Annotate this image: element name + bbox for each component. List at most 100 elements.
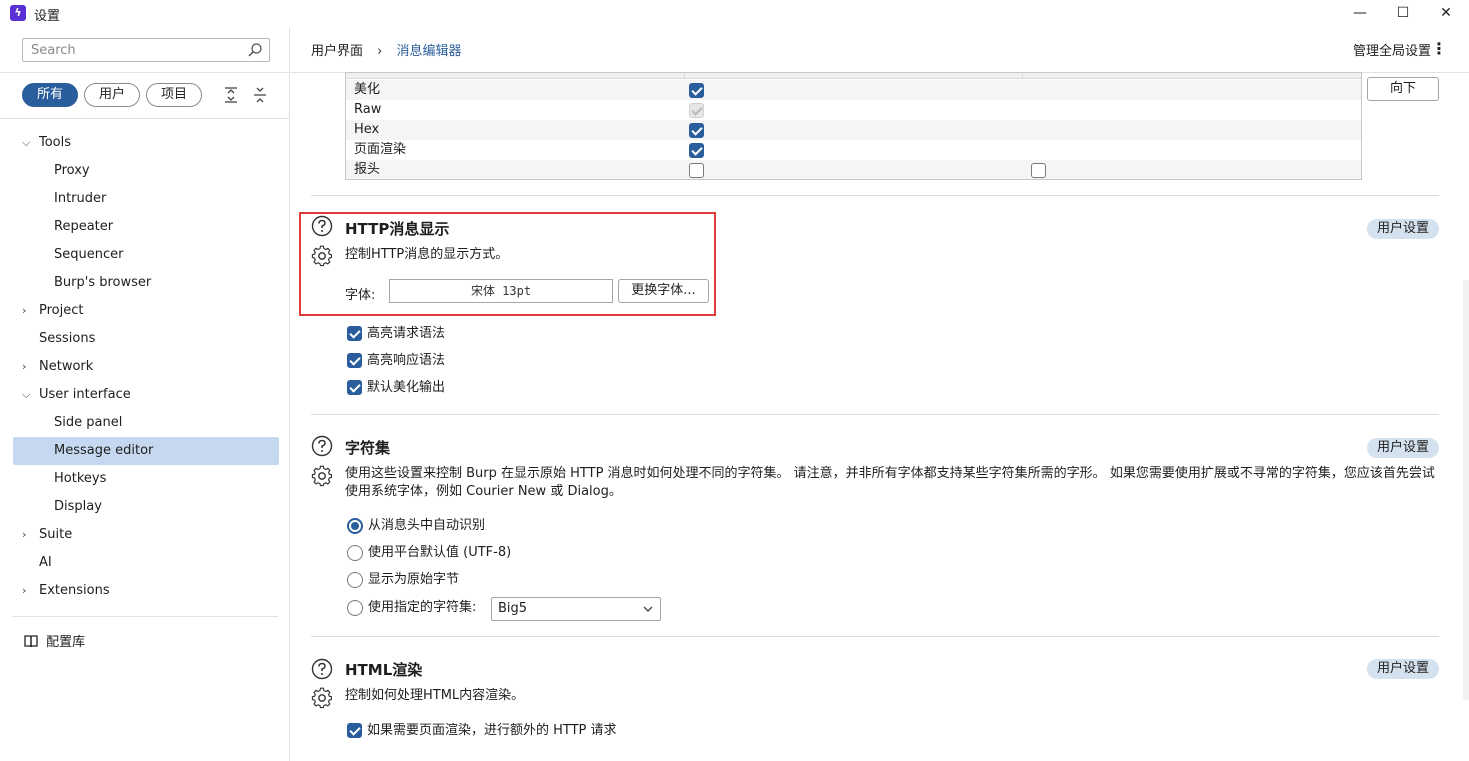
sidebar-item-hotkeys[interactable]: Hotkeys	[0, 465, 290, 493]
sidebar-item-network[interactable]: › Network	[0, 353, 290, 381]
table-row[interactable]: 报头	[346, 160, 1361, 179]
sidebar-item-extensions[interactable]: › Extensions	[0, 577, 290, 605]
chevron-down-icon[interactable]: ⌵	[22, 129, 34, 157]
table-row[interactable]: Hex	[346, 120, 1361, 140]
title-bar: ϟ 设置 — ☐ ✕	[0, 0, 1469, 28]
sidebar-item-user-interface[interactable]: ⌵ User interface	[0, 381, 290, 409]
section-divider	[311, 414, 1439, 415]
sidebar-item-ai[interactable]: AI	[0, 549, 290, 577]
search-box[interactable]	[22, 38, 270, 62]
sidebar-item-display[interactable]: Display	[0, 493, 290, 521]
user-settings-badge: 用户设置	[1367, 659, 1439, 679]
http-display-description: 控制HTTP消息的显示方式。	[345, 247, 509, 262]
raw-bytes-radio[interactable]	[347, 572, 363, 588]
sidebar: 所有 用户 项目 ⌵ Tools Proxy Intruder Repeater…	[0, 28, 290, 761]
chevron-right-icon: ›	[377, 44, 383, 59]
config-library-link[interactable]: 配置库	[24, 631, 85, 650]
breadcrumb: 用户界面 › 消息编辑器	[311, 40, 462, 59]
breadcrumb-message-editor: 消息编辑器	[396, 44, 462, 59]
pretty-print-checkbox[interactable]	[347, 380, 362, 395]
chevron-right-icon[interactable]: ›	[22, 297, 34, 325]
chevron-right-icon[interactable]: ›	[22, 521, 34, 549]
chevron-down-icon[interactable]: ⌵	[22, 381, 34, 409]
help-icon[interactable]	[311, 215, 333, 237]
charset-select-value: Big5	[498, 601, 528, 616]
gear-icon[interactable]	[311, 245, 333, 267]
sidebar-item-project[interactable]: › Project	[0, 297, 290, 325]
sidebar-item-sessions[interactable]: Sessions	[0, 325, 290, 353]
gear-icon[interactable]	[311, 687, 333, 709]
font-label: 字体:	[345, 288, 376, 303]
table-row[interactable]: Raw	[346, 100, 1361, 120]
filter-user-button[interactable]: 用户	[84, 83, 140, 107]
http-display-title: HTTP消息显示	[345, 220, 450, 238]
table-checkbox[interactable]	[689, 163, 704, 178]
table-checkbox[interactable]	[689, 83, 704, 98]
chevron-right-icon[interactable]: ›	[22, 577, 34, 605]
html-render-title: HTML渲染	[345, 661, 423, 679]
gear-icon[interactable]	[311, 465, 333, 487]
font-field: 宋体 13pt	[389, 279, 613, 303]
chevron-right-icon[interactable]: ›	[22, 353, 34, 381]
maximize-button[interactable]: ☐	[1380, 2, 1426, 26]
charset-description-line2: 使用系统字体，例如 Courier New 或 Dialog。	[345, 484, 622, 499]
sidebar-item-burps-browser[interactable]: Burp's browser	[0, 269, 290, 297]
sidebar-divider	[0, 72, 290, 73]
more-options-icon[interactable]: ⋮	[1431, 39, 1447, 58]
table-checkbox[interactable]	[689, 123, 704, 138]
platform-default-radio[interactable]	[347, 545, 363, 561]
html-render-description: 控制如何处理HTML内容渲染。	[345, 688, 525, 703]
sidebar-item-proxy[interactable]: Proxy	[0, 157, 290, 185]
filter-all-button[interactable]: 所有	[22, 83, 78, 107]
table-checkbox[interactable]	[1031, 163, 1046, 178]
sidebar-item-message-editor[interactable]: Message editor	[13, 437, 279, 465]
table-header	[346, 73, 1361, 79]
breadcrumb-user-interface[interactable]: 用户界面	[311, 44, 363, 59]
config-library-label: 配置库	[46, 635, 86, 650]
highlight-request-checkbox[interactable]	[347, 326, 362, 341]
sidebar-item-suite[interactable]: › Suite	[0, 521, 290, 549]
auto-detect-radio[interactable]	[347, 518, 363, 534]
filter-project-button[interactable]: 项目	[146, 83, 202, 107]
help-icon[interactable]	[311, 658, 333, 680]
move-down-button[interactable]: 向下	[1367, 77, 1439, 101]
close-button[interactable]: ✕	[1423, 2, 1469, 26]
table-checkbox	[689, 103, 704, 118]
sidebar-item-tools[interactable]: ⌵ Tools	[0, 129, 290, 157]
user-settings-badge: 用户设置	[1367, 219, 1439, 239]
sidebar-divider	[12, 616, 278, 617]
help-icon[interactable]	[311, 435, 333, 457]
main-panel: 用户界面 › 消息编辑器 管理全局设置 ⋮ 美化 Raw Hex 页面渲染 报头	[291, 28, 1469, 761]
scrollbar[interactable]	[1463, 280, 1469, 700]
sidebar-item-intruder[interactable]: Intruder	[0, 185, 290, 213]
window-title: 设置	[34, 9, 61, 24]
chevron-down-icon[interactable]	[642, 603, 654, 615]
column-divider	[684, 73, 685, 79]
charset-title: 字符集	[345, 439, 391, 457]
section-divider	[311, 636, 1439, 637]
table-row[interactable]: 美化	[346, 80, 1361, 100]
charset-select[interactable]: Big5	[491, 597, 661, 621]
search-input[interactable]	[23, 39, 243, 61]
sidebar-item-side-panel[interactable]: Side panel	[0, 409, 290, 437]
table-checkbox[interactable]	[689, 143, 704, 158]
search-icon[interactable]	[247, 42, 263, 58]
sidebar-item-sequencer[interactable]: Sequencer	[0, 241, 290, 269]
user-settings-badge: 用户设置	[1367, 438, 1439, 458]
table-row[interactable]: 页面渲染	[346, 140, 1361, 160]
book-icon	[24, 635, 38, 648]
burp-logo-icon: ϟ	[10, 5, 26, 21]
column-divider	[1022, 73, 1023, 79]
extra-requests-checkbox[interactable]	[347, 723, 362, 738]
manage-global-settings-button[interactable]: 管理全局设置	[1353, 40, 1431, 59]
expand-all-icon[interactable]	[222, 86, 240, 104]
sidebar-item-repeater[interactable]: Repeater	[0, 213, 290, 241]
change-font-button[interactable]: 更换字体...	[618, 279, 709, 303]
minimize-button[interactable]: —	[1337, 2, 1383, 26]
sidebar-divider	[0, 118, 290, 119]
message-view-table: 美化 Raw Hex 页面渲染 报头	[345, 72, 1362, 180]
section-divider	[311, 195, 1439, 196]
specific-charset-radio[interactable]	[347, 600, 363, 616]
highlight-response-checkbox[interactable]	[347, 353, 362, 368]
collapse-all-icon[interactable]	[251, 86, 269, 104]
